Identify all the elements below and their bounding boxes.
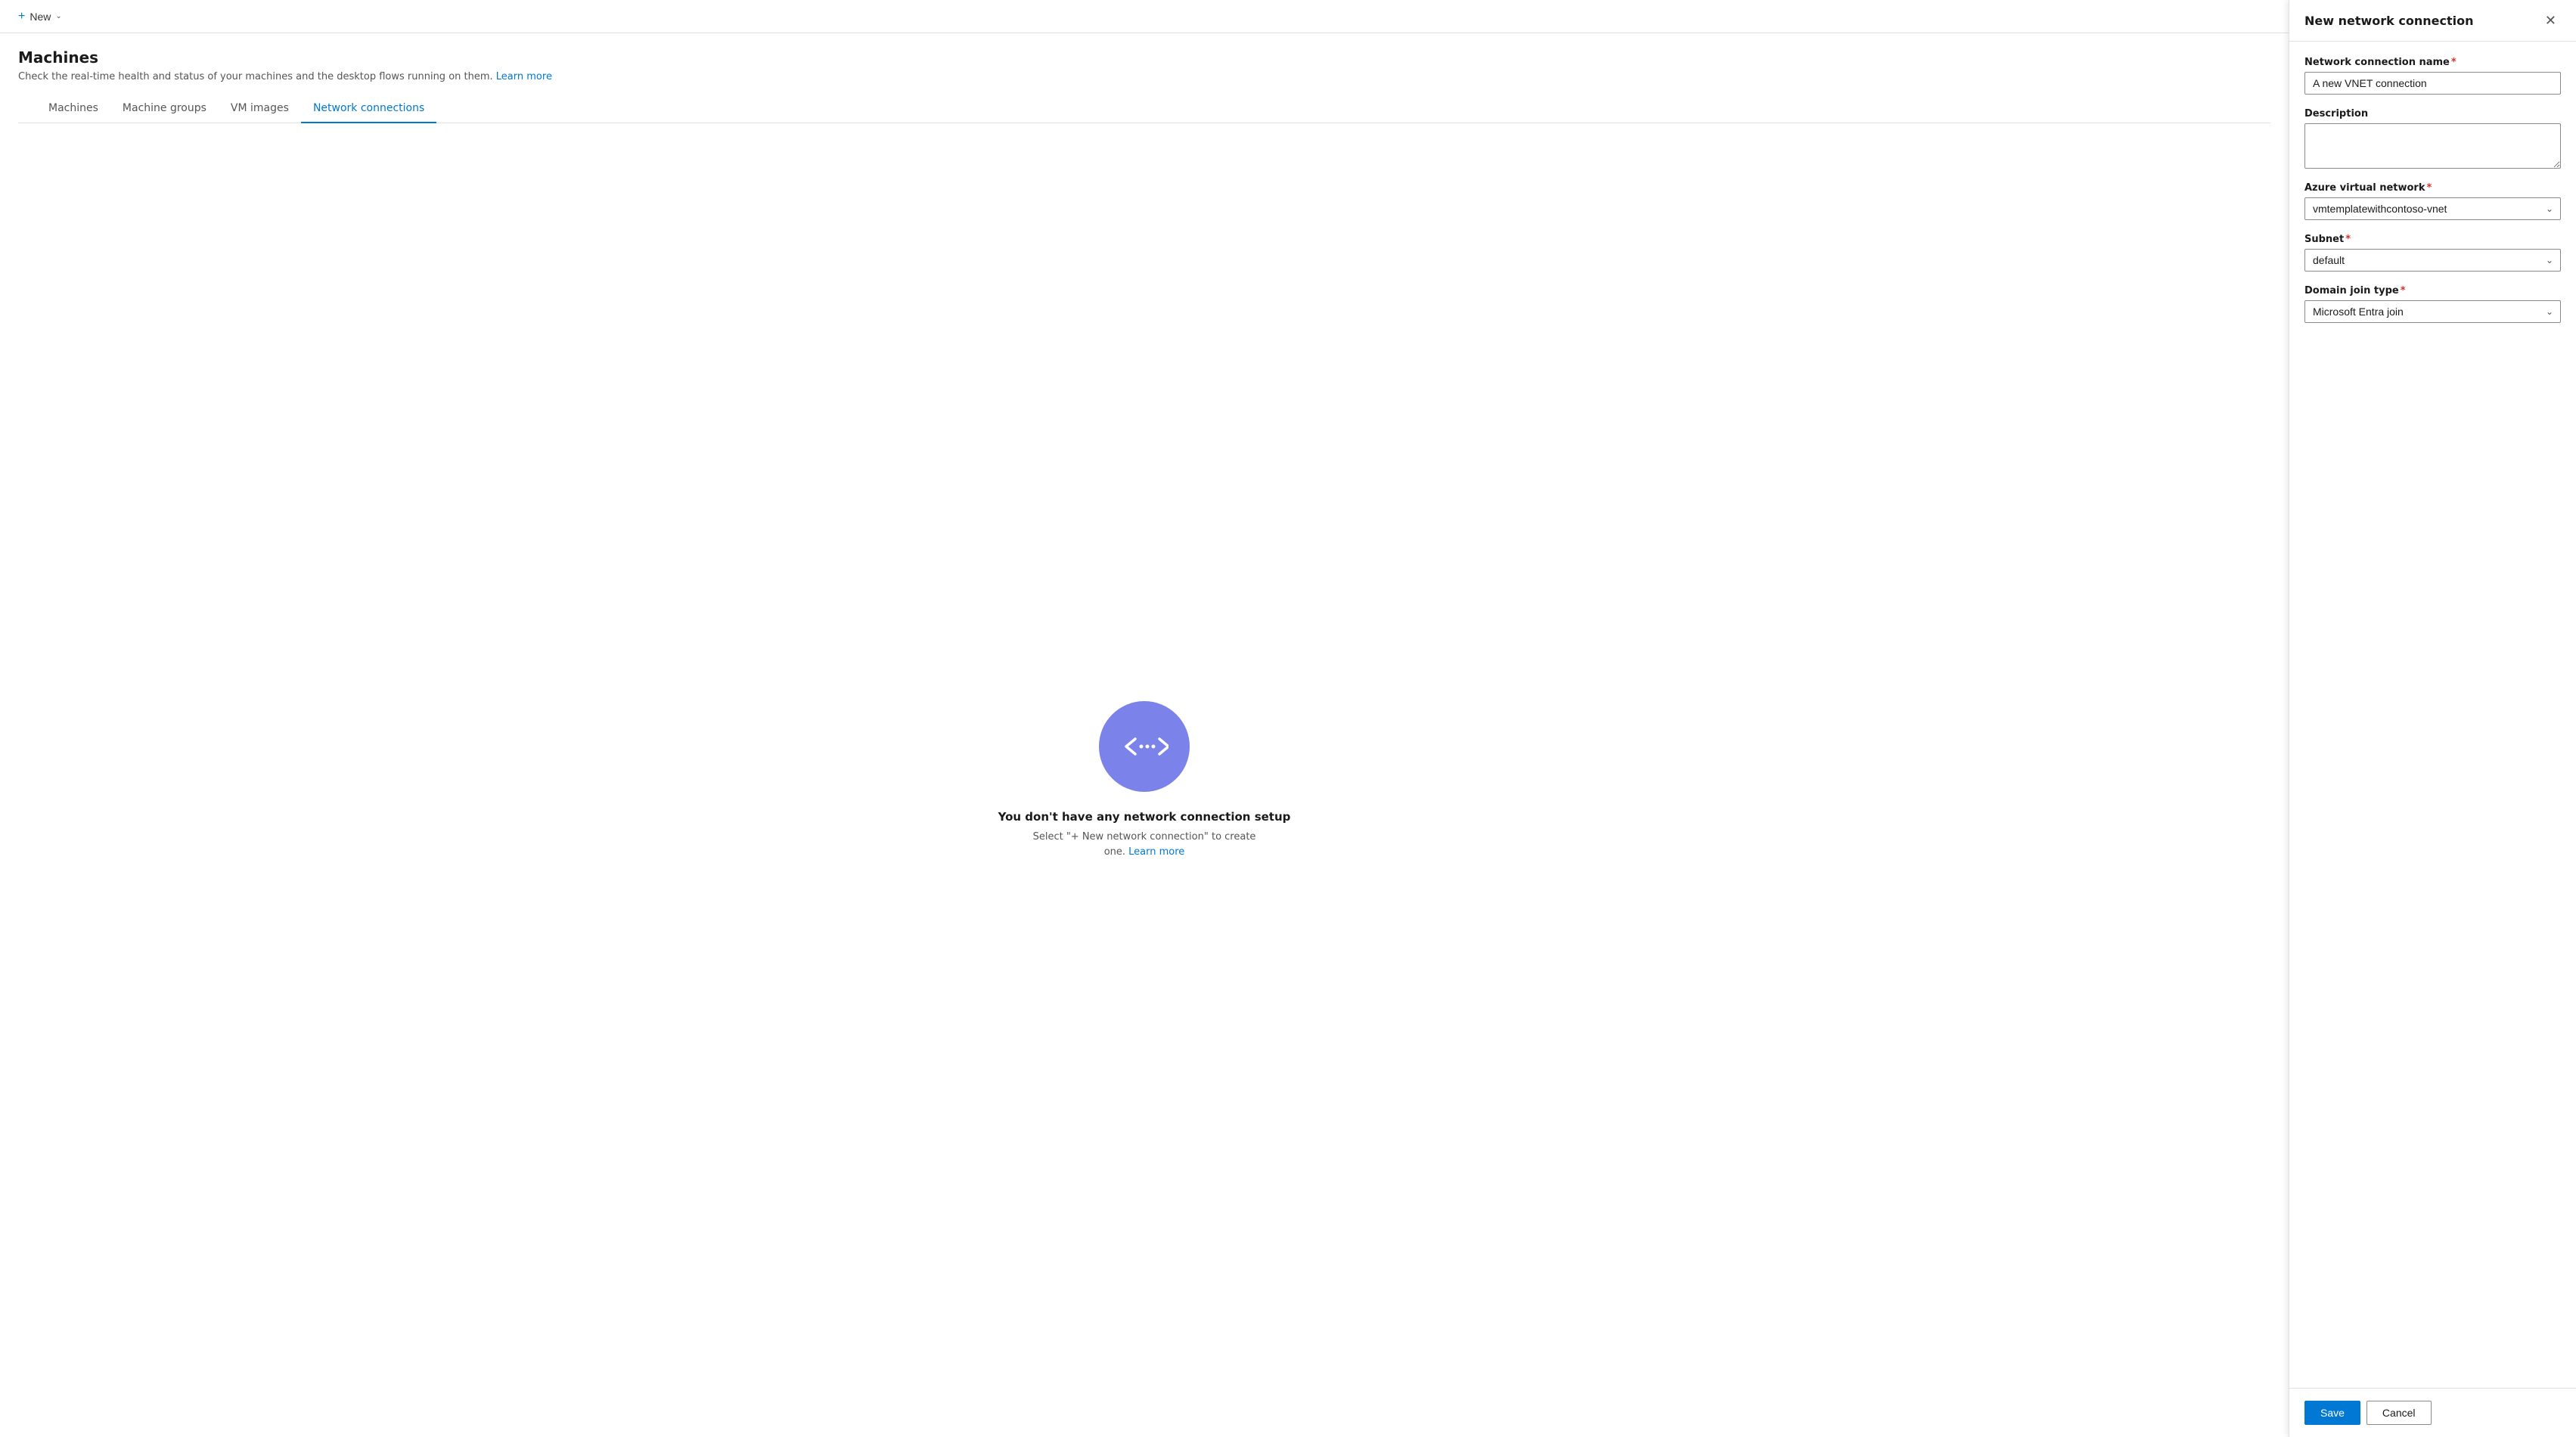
- chevron-down-icon: ⌄: [55, 12, 61, 20]
- empty-title: You don't have any network connection se…: [998, 810, 1291, 824]
- domain-join-select-wrapper: Microsoft Entra join Active Directory jo…: [2304, 300, 2561, 323]
- empty-description: Select "+ New network connection" to cre…: [1023, 830, 1265, 859]
- description-input[interactable]: [2304, 123, 2561, 169]
- empty-learn-more-link[interactable]: Learn more: [1128, 846, 1184, 858]
- page-subtitle: Check the real-time health and status of…: [18, 71, 2270, 82]
- subtitle-text: Check the real-time health and status of…: [18, 71, 493, 82]
- plus-icon: +: [18, 10, 25, 23]
- top-bar: + New ⌄: [0, 0, 2289, 33]
- domain-join-label: Domain join type*: [2304, 285, 2561, 296]
- subnet-group: Subnet* default ⌄: [2304, 234, 2561, 272]
- connection-name-input[interactable]: [2304, 72, 2561, 95]
- page-title: Machines: [18, 48, 2270, 67]
- subnet-label: Subnet*: [2304, 234, 2561, 245]
- azure-vnet-select[interactable]: vmtemplatewithcontoso-vnet: [2304, 197, 2561, 220]
- azure-vnet-group: Azure virtual network* vmtemplatewithcon…: [2304, 182, 2561, 220]
- connection-name-group: Network connection name*: [2304, 57, 2561, 95]
- empty-state: You don't have any network connection se…: [0, 123, 2289, 1437]
- save-button[interactable]: Save: [2304, 1401, 2360, 1425]
- new-button[interactable]: + New ⌄: [12, 5, 68, 28]
- main-content: + New ⌄ Machines Check the real-time hea…: [0, 0, 2289, 1437]
- tab-vm-images[interactable]: VM images: [219, 95, 301, 123]
- tab-network-connections[interactable]: Network connections: [301, 95, 436, 123]
- panel-footer: Save Cancel: [2289, 1388, 2576, 1437]
- page-header: Machines Check the real-time health and …: [0, 33, 2289, 123]
- azure-vnet-select-wrapper: vmtemplatewithcontoso-vnet ⌄: [2304, 197, 2561, 220]
- new-button-label: New: [29, 11, 51, 23]
- subnet-select[interactable]: default: [2304, 249, 2561, 272]
- close-button[interactable]: ✕: [2540, 12, 2561, 29]
- description-group: Description: [2304, 108, 2561, 169]
- tab-machines[interactable]: Machines: [36, 95, 110, 123]
- cancel-button[interactable]: Cancel: [2367, 1401, 2432, 1425]
- domain-join-group: Domain join type* Microsoft Entra join A…: [2304, 285, 2561, 323]
- network-icon: [1120, 736, 1169, 757]
- tabs: Machines Machine groups VM images Networ…: [18, 95, 2270, 123]
- description-label: Description: [2304, 108, 2561, 119]
- panel-title: New network connection: [2304, 14, 2473, 28]
- azure-vnet-label: Azure virtual network*: [2304, 182, 2561, 194]
- network-illustration: [1099, 701, 1190, 792]
- connection-name-label: Network connection name*: [2304, 57, 2561, 68]
- panel-header: New network connection ✕: [2289, 0, 2576, 42]
- side-panel: New network connection ✕ Network connect…: [2289, 0, 2576, 1437]
- domain-join-select[interactable]: Microsoft Entra join Active Directory jo…: [2304, 300, 2561, 323]
- panel-form: Network connection name* Description Azu…: [2289, 42, 2576, 1388]
- tab-machine-groups[interactable]: Machine groups: [110, 95, 219, 123]
- subnet-select-wrapper: default ⌄: [2304, 249, 2561, 272]
- learn-more-link[interactable]: Learn more: [496, 71, 552, 82]
